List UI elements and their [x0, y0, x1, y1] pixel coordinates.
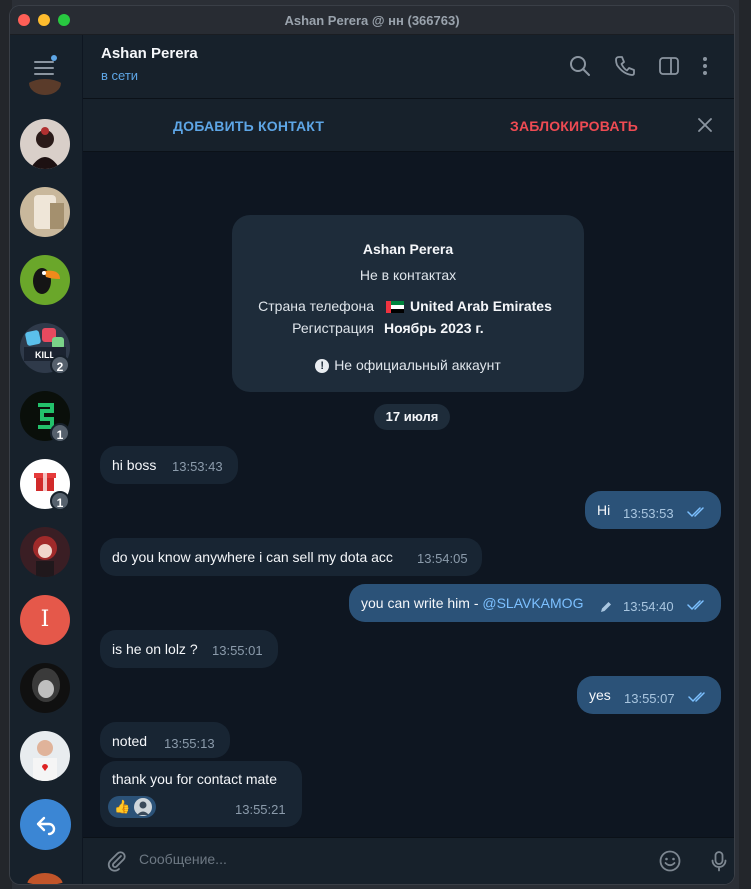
- window-title: Ashan Perera @ нн (366763): [284, 13, 460, 28]
- chat-avatar-7[interactable]: [20, 527, 70, 577]
- reply-button[interactable]: [20, 799, 71, 850]
- background-window-edge-right: [739, 0, 751, 889]
- chat-avatar-partial[interactable]: [20, 79, 70, 111]
- message-time: 13:55:07: [624, 691, 675, 706]
- card-row-label: Регистрация: [292, 320, 374, 336]
- attach-icon[interactable]: [105, 849, 129, 873]
- more-icon[interactable]: [699, 53, 711, 79]
- edited-pencil-icon: [601, 602, 611, 612]
- chat-header[interactable]: Ashan Perera в сети: [83, 35, 734, 99]
- peer-status: в сети: [101, 68, 139, 83]
- message-bubble-incoming[interactable]: is he on lolz ? 13:55:01: [100, 630, 278, 668]
- reactor-avatar: [134, 798, 152, 816]
- avatar-letter: I: [40, 607, 50, 632]
- message-bubble-incoming[interactable]: do you know anywhere i can sell my dota …: [100, 538, 482, 576]
- chat-list-sidebar: KILL 2 1 1 I: [10, 35, 83, 884]
- message-bubble-incoming[interactable]: noted 13:55:13: [100, 722, 230, 758]
- card-note: ! Не официальный аккаунт: [232, 357, 584, 373]
- add-contact-button[interactable]: ДОБАВИТЬ КОНТАКТ: [173, 118, 324, 134]
- thumbs-up-reaction: 👍: [114, 799, 131, 814]
- card-subtitle: Не в контактах: [359, 267, 457, 283]
- chat-panel: Ashan Perera в сети ДОБАВИТЬ КОНТАКТ ЗАБ…: [83, 35, 734, 884]
- chat-avatar-9[interactable]: [20, 663, 70, 713]
- message-time: 13:54:40: [623, 599, 674, 614]
- message-text: Hi: [597, 502, 611, 518]
- phone-icon[interactable]: [612, 53, 638, 79]
- date-separator: 17 июля: [374, 404, 450, 430]
- uae-flag-icon: [386, 301, 404, 313]
- card-row-value: United Arab Emirates: [386, 298, 552, 314]
- unread-badge: 1: [50, 423, 70, 443]
- search-icon[interactable]: [567, 53, 593, 79]
- contact-action-bar: ДОБАВИТЬ КОНТАКТ ЗАБЛОКИРОВАТЬ: [83, 99, 734, 152]
- telegram-window: Ashan Perera @ нн (366763) KILL 2 1 1 I …: [10, 6, 734, 884]
- unread-badge: 1: [50, 491, 70, 511]
- chat-avatar-8[interactable]: I: [20, 595, 70, 645]
- message-time: 13:55:13: [164, 736, 215, 751]
- message-text: you can write him -: [361, 595, 483, 611]
- message-composer: Сообщение...: [83, 837, 734, 884]
- message-bubble-outgoing[interactable]: you can write him - @SLAVKAMOG 13:54:40: [349, 584, 721, 622]
- card-row-country: Страна телефона United Arab Emirates: [232, 298, 584, 318]
- chat-avatar-10[interactable]: [20, 731, 70, 781]
- message-text: yes: [589, 687, 611, 703]
- close-icon[interactable]: [696, 116, 714, 134]
- message-text: is he on lolz ?: [112, 641, 198, 657]
- read-checkmarks-icon: [687, 507, 704, 518]
- unread-badge: 2: [50, 355, 70, 375]
- read-checkmarks-icon: [688, 692, 705, 703]
- card-name: Ashan Perera: [362, 241, 454, 257]
- message-text: hi boss: [112, 457, 157, 473]
- message-bubble-outgoing[interactable]: Hi 13:53:53: [585, 491, 721, 529]
- username-mention-link[interactable]: @SLAVKAMOG: [482, 595, 583, 611]
- emoji-icon[interactable]: [658, 849, 682, 873]
- sidebar-toggle-icon[interactable]: [656, 53, 682, 79]
- chat-avatar-3[interactable]: [20, 255, 70, 305]
- message-text: noted: [112, 733, 148, 749]
- card-row-label: Страна телефона: [258, 298, 374, 314]
- message-time: 13:54:05: [417, 551, 468, 566]
- message-time: 13:53:53: [623, 506, 674, 521]
- block-user-button[interactable]: ЗАБЛОКИРОВАТЬ: [510, 118, 638, 134]
- peer-name[interactable]: Ashan Perera: [101, 45, 198, 62]
- chat-avatar-2[interactable]: [20, 187, 70, 237]
- message-reactions[interactable]: 👍: [108, 796, 156, 818]
- microphone-icon[interactable]: [707, 849, 731, 873]
- message-time: 13:55:21: [235, 802, 286, 817]
- menu-notification-dot: [51, 55, 57, 61]
- chat-avatar-1[interactable]: [20, 119, 70, 169]
- menu-icon[interactable]: [34, 59, 56, 75]
- warning-icon: !: [315, 359, 330, 373]
- message-bubble-incoming[interactable]: hi boss 13:53:43: [100, 446, 238, 484]
- user-info-card: Ashan Perera Не в контактах Страна телеф…: [232, 215, 584, 392]
- message-text: thank you for contact mate: [112, 771, 277, 787]
- message-bubble-outgoing[interactable]: yes 13:55:07: [577, 676, 721, 714]
- message-text: do you know anywhere i can sell my dota …: [112, 549, 393, 565]
- card-row-registration: Регистрация Ноябрь 2023 г.: [232, 320, 584, 340]
- title-bar: Ashan Perera @ нн (366763): [10, 6, 734, 35]
- chat-avatar-partial-bottom[interactable]: [20, 869, 70, 884]
- message-bubble-incoming[interactable]: thank you for contact mate 👍 13:55:21: [100, 761, 302, 827]
- read-checkmarks-icon: [687, 600, 704, 611]
- message-input[interactable]: Сообщение...: [139, 851, 227, 867]
- message-time: 13:55:01: [212, 643, 263, 658]
- reply-arrow-icon: [36, 816, 55, 835]
- card-row-value: Ноябрь 2023 г.: [384, 320, 484, 336]
- message-time: 13:53:43: [172, 459, 223, 474]
